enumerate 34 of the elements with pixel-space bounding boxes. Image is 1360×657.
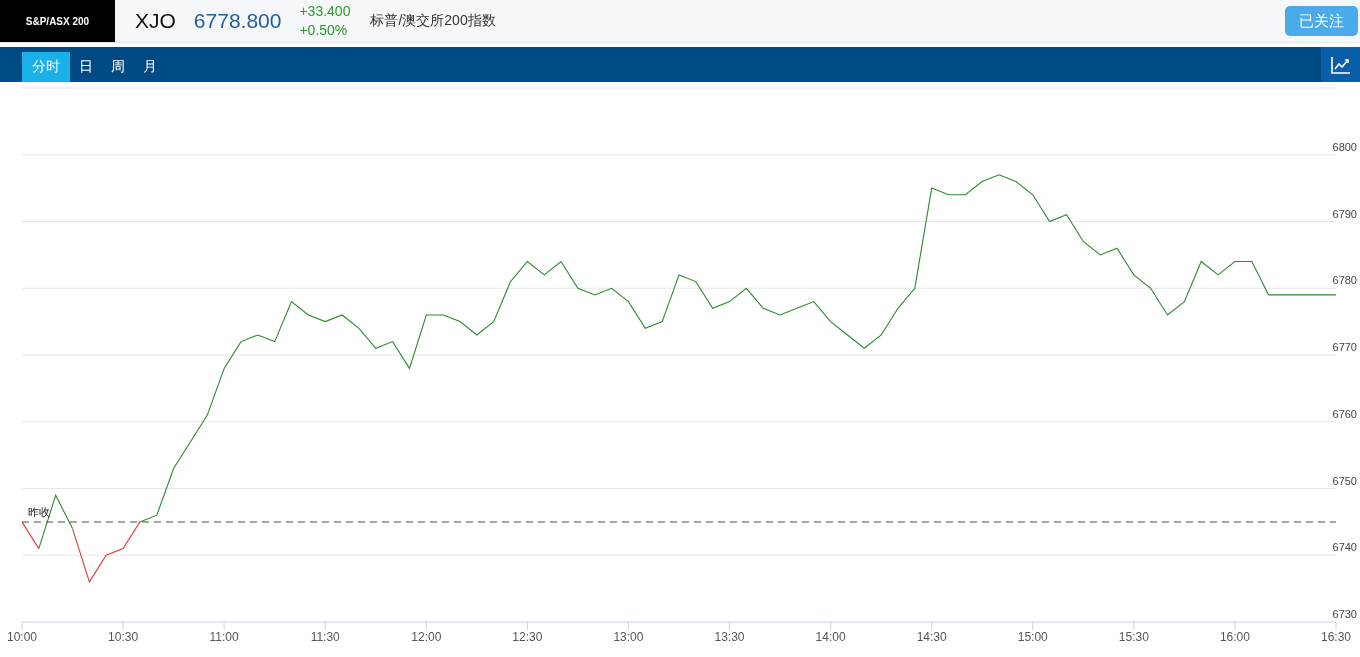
y-tick-label: 6770 — [1332, 341, 1357, 353]
change-percent: +0.50% — [299, 21, 349, 40]
x-tick-label: 14:30 — [916, 630, 947, 644]
period-tab[interactable]: 日 — [70, 52, 102, 82]
index-logo: S&P/ASX 200 — [0, 0, 115, 42]
x-tick-label: 15:00 — [1017, 630, 1048, 644]
previous-close-label: 昨收 — [28, 505, 50, 518]
symbol: XJO — [135, 9, 176, 33]
y-tick-label: 6750 — [1332, 474, 1357, 487]
x-tick-label: 14:00 — [815, 630, 846, 644]
y-tick-label: 6800 — [1332, 140, 1357, 153]
x-tick-label: 12:00 — [411, 630, 442, 644]
line-chart-icon — [1330, 55, 1351, 74]
y-tick-label: 6760 — [1332, 407, 1357, 420]
x-tick-label: 12:30 — [512, 630, 543, 644]
y-tick-label: 6740 — [1332, 541, 1357, 554]
y-tick-label: 6780 — [1332, 274, 1357, 287]
x-tick-label: 13:00 — [613, 630, 644, 644]
period-tab[interactable]: 周 — [102, 52, 134, 82]
x-tick-label: 10:00 — [7, 630, 37, 644]
index-description: 标普/澳交所200指数 — [370, 12, 496, 30]
y-tick-label: 6730 — [1332, 608, 1357, 620]
x-tick-label: 11:30 — [310, 630, 340, 644]
y-tick-label: 6790 — [1332, 207, 1357, 220]
x-tick-label: 10:30 — [108, 630, 139, 644]
change: +33.400 — [299, 2, 351, 21]
x-tick-label: 16:00 — [1219, 630, 1250, 644]
x-tick-label: 13:30 — [714, 630, 745, 644]
x-tick-label: 15:30 — [1118, 630, 1149, 644]
chart-type-button[interactable] — [1321, 47, 1360, 82]
price: 6778.800 — [193, 9, 282, 33]
x-tick-label: 11:00 — [209, 630, 239, 644]
period-tab[interactable]: 月 — [134, 52, 166, 82]
x-tick-label: 16:30 — [1321, 630, 1351, 644]
